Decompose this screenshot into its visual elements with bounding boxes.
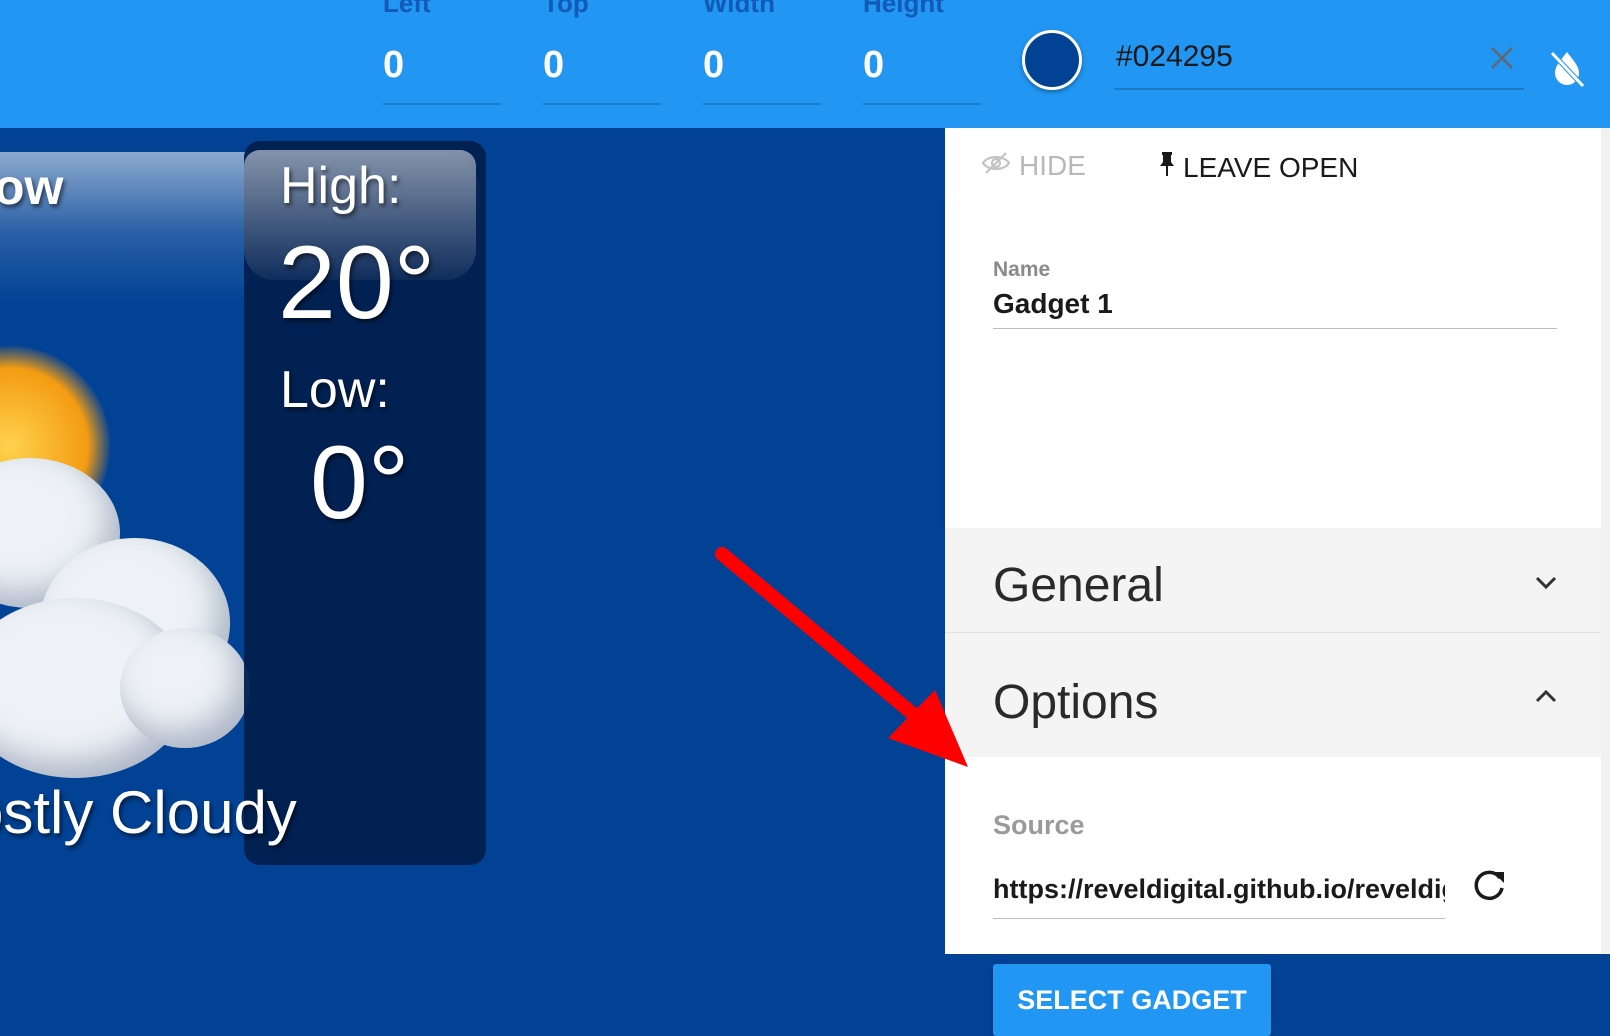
background-color-value[interactable]: #024295 (1116, 40, 1233, 74)
canvas-preview[interactable]: ow High: 20° Low: 0° ostly Cloudy (0, 128, 945, 954)
panel-tabbar: HIDE LEAVE OPEN (945, 128, 1601, 199)
top-underline (543, 103, 661, 105)
color-swatch[interactable] (1022, 30, 1082, 90)
source-label: Source (993, 810, 1085, 840)
cloud-shape (120, 628, 250, 748)
close-icon[interactable] (1484, 40, 1520, 76)
name-underline (993, 328, 1557, 329)
leave-open-label: LEAVE OPEN (1183, 151, 1359, 183)
invert-colors-off-icon[interactable] (1545, 46, 1589, 90)
source-input[interactable]: https://reveldigital.github.io/reveldigi… (993, 868, 1445, 919)
height-label: Height (863, 0, 944, 18)
panel-scrollbar[interactable] (1601, 128, 1610, 954)
general-section-header[interactable]: General (945, 528, 1601, 633)
top-value[interactable]: 0 (543, 44, 564, 87)
leave-open-tab[interactable]: LEAVE OPEN (1157, 150, 1358, 185)
source-value[interactable]: https://reveldigital.github.io/reveldigi… (993, 874, 1445, 905)
name-label: Name (993, 258, 1051, 281)
hide-label: HIDE (1019, 150, 1086, 181)
left-value[interactable]: 0 (383, 44, 404, 87)
hide-tab[interactable]: HIDE (981, 150, 1086, 182)
forecast-day: ow (0, 159, 64, 215)
high-label: High: (280, 157, 402, 215)
refresh-icon[interactable] (1467, 864, 1511, 908)
options-section-header[interactable]: Options (945, 633, 1601, 757)
left-label: Left (383, 0, 431, 18)
width-label: Width (703, 0, 775, 18)
properties-toolbar: Left 0 Top 0 Width 0 Height 0 #024295 (0, 0, 1610, 128)
chevron-up-icon[interactable] (1531, 681, 1561, 711)
options-title: Options (993, 676, 1159, 729)
chevron-down-icon[interactable] (1531, 568, 1561, 598)
height-value[interactable]: 0 (863, 44, 884, 87)
pin-icon (1157, 150, 1177, 185)
eye-off-icon (981, 150, 1011, 182)
width-underline (703, 103, 821, 105)
weather-condition: ostly Cloudy (0, 779, 297, 846)
select-gadget-button[interactable]: SELECT GADGET (993, 964, 1271, 1036)
top-label: Top (543, 0, 589, 18)
name-card: Name Gadget 1 (945, 198, 1601, 528)
background-color-input[interactable]: #024295 (1114, 36, 1524, 90)
high-temperature: 20° (278, 225, 436, 341)
low-label: Low: (280, 361, 390, 419)
height-underline (863, 103, 981, 105)
properties-panel: HIDE LEAVE OPEN Name Gadget 1 General Op… (945, 128, 1601, 1036)
low-temperature: 0° (310, 425, 410, 541)
name-input[interactable]: Gadget 1 (993, 288, 1113, 320)
general-title: General (993, 559, 1164, 612)
left-underline (383, 103, 501, 105)
width-value[interactable]: 0 (703, 44, 724, 87)
